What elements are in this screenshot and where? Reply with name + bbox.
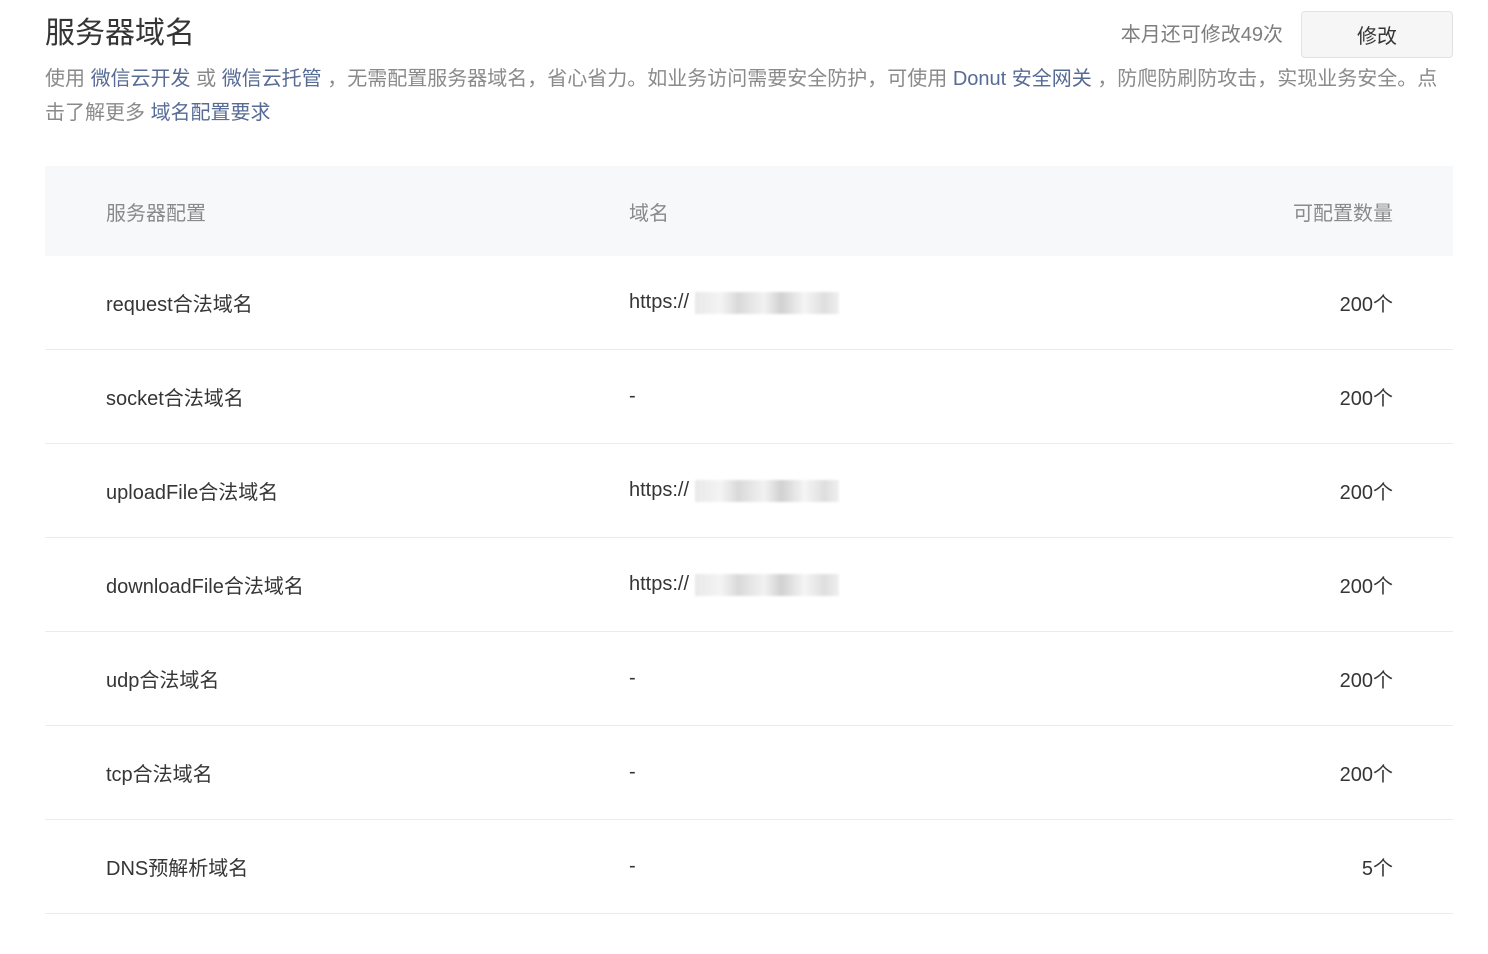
- domain-cell: -: [629, 667, 1153, 690]
- header-config: 服务器配置: [106, 202, 206, 225]
- config-name: request合法域名: [106, 294, 253, 316]
- domain-value: https://: [629, 479, 690, 501]
- domain-cell: -: [629, 855, 1153, 878]
- desc-text-2: 或: [196, 68, 217, 90]
- server-domain-table: 服务器配置 域名 可配置数量 request合法域名 https://200个 so…: [45, 166, 1453, 914]
- domain-value: -: [629, 761, 636, 783]
- modify-quota-text: 本月还可修改49次: [1120, 23, 1283, 46]
- domain-cell: -: [629, 761, 1153, 784]
- config-count: 200个: [1339, 388, 1393, 410]
- table-row: downloadFile合法域名 https:// 200个: [45, 538, 1453, 632]
- edit-button[interactable]: 修改: [1301, 11, 1453, 58]
- domain-requirements-link[interactable]: 域名配置要求: [151, 102, 271, 124]
- domain-value: -: [629, 855, 636, 877]
- header-actions: 本月还可修改49次 修改: [1121, 11, 1453, 58]
- description: 使用 微信云开发 或 微信云托管 ，无需配置服务器域名，省心省力。如业务访问需要…: [45, 62, 1445, 130]
- config-count: 200个: [1339, 670, 1393, 692]
- header-count: 可配置数量: [1293, 202, 1393, 225]
- domain-value: https://: [629, 573, 690, 595]
- cloud-hosting-link[interactable]: 微信云托管: [222, 68, 322, 90]
- config-count: 200个: [1339, 576, 1393, 598]
- desc-text-1: 使用: [45, 68, 85, 90]
- donut-gateway-link[interactable]: Donut 安全网关: [953, 68, 1092, 90]
- desc-text-3: ，无需配置服务器域名，省心省力。如业务访问需要安全防护，可使用: [327, 68, 948, 90]
- config-name: uploadFile合法域名: [106, 482, 279, 504]
- page-title: 服务器域名: [45, 17, 195, 50]
- domain-cell: https://: [629, 291, 1153, 314]
- table-row: tcp合法域名 - 200个: [45, 726, 1453, 820]
- config-count: 200个: [1339, 482, 1393, 504]
- redaction-mask: [695, 291, 839, 314]
- config-count: 200个: [1339, 294, 1393, 316]
- header: 服务器域名 本月还可修改49次 修改: [45, 0, 1453, 58]
- config-name: downloadFile合法域名: [106, 576, 304, 598]
- config-count: 200个: [1339, 764, 1393, 786]
- config-name: udp合法域名: [106, 670, 220, 692]
- domain-cell: https://: [629, 479, 1153, 502]
- table-row: DNS预解析域名 - 5个: [45, 820, 1453, 914]
- cloud-dev-link[interactable]: 微信云开发: [91, 68, 191, 90]
- config-count: 5个: [1361, 858, 1393, 880]
- config-name: tcp合法域名: [106, 764, 213, 786]
- config-name: socket合法域名: [106, 388, 244, 410]
- domain-cell: https://: [629, 573, 1153, 596]
- domain-cell: -: [629, 385, 1153, 408]
- table-header: 服务器配置 域名 可配置数量: [45, 166, 1453, 256]
- table-row: socket合法域名 - 200个: [45, 350, 1453, 444]
- table-row: uploadFile合法域名 https:// 200个: [45, 444, 1453, 538]
- config-name: DNS预解析域名: [106, 858, 249, 880]
- redaction-mask: [695, 479, 839, 502]
- table-row: request合法域名 https:// 200个: [45, 256, 1453, 350]
- domain-value: https://: [629, 291, 690, 313]
- table-row: udp合法域名 - 200个: [45, 632, 1453, 726]
- domain-value: -: [629, 667, 636, 689]
- redaction-mask: [695, 573, 839, 596]
- domain-value: -: [629, 385, 636, 407]
- header-domain: 域名: [629, 202, 669, 225]
